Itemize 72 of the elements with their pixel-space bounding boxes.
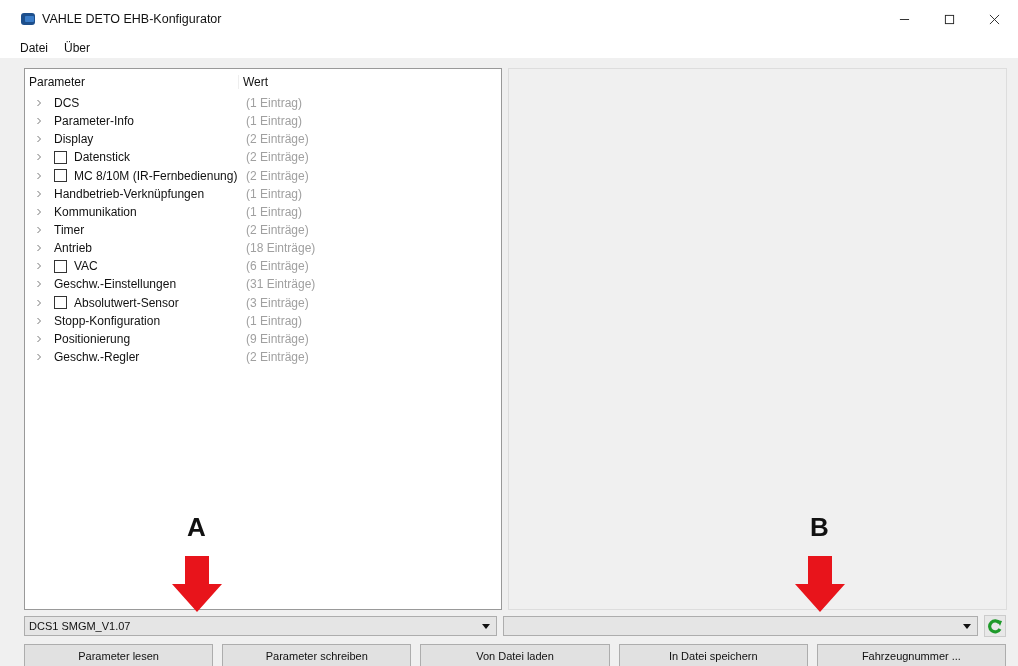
tree-item-value: (2 Einträge) <box>245 132 309 147</box>
expand-chevron-icon[interactable] <box>35 226 43 235</box>
tree-item-label[interactable]: Stopp-Konfiguration <box>54 313 161 328</box>
tree-item-value: (2 Einträge) <box>245 150 309 165</box>
tree-item-label[interactable]: Handbetrieb-Verknüpfungen <box>54 186 205 201</box>
checkbox[interactable] <box>54 151 67 164</box>
annotation-arrow <box>795 556 845 612</box>
tree-item-value: (1 Eintrag) <box>245 204 303 219</box>
tree-item-value: (9 Einträge) <box>245 331 309 346</box>
close-icon[interactable] <box>989 13 1000 25</box>
tree-item-value: (2 Einträge) <box>245 350 309 365</box>
tree-item-value: (1 Eintrag) <box>245 96 303 111</box>
tree-item-label[interactable]: Geschw.-Einstellungen <box>54 277 177 292</box>
expand-chevron-icon[interactable] <box>35 262 43 271</box>
tree-item-label[interactable]: Geschw.-Regler <box>54 350 140 365</box>
expand-chevron-icon[interactable] <box>35 280 43 289</box>
action-button[interactable]: Fahrzeugnummer ... <box>816 644 1006 666</box>
checkbox[interactable] <box>54 296 67 310</box>
tree-item-label[interactable]: Datenstick <box>74 150 131 165</box>
tree-item-value: (1 Eintrag) <box>245 186 303 201</box>
expand-chevron-icon[interactable] <box>35 99 43 108</box>
device-dropdown[interactable]: DCS1 SMGM_V1.07 <box>24 616 497 636</box>
expand-chevron-icon[interactable] <box>35 334 43 343</box>
expand-chevron-icon[interactable] <box>35 207 43 216</box>
app-icon <box>20 12 36 26</box>
annotation-label: A <box>187 512 206 543</box>
expand-chevron-icon[interactable] <box>35 117 43 126</box>
tree-item-label[interactable]: MC 8/10M (IR-Fernbedienung) <box>74 168 238 183</box>
column-header[interactable]: Parameter <box>25 75 238 89</box>
expand-chevron-icon[interactable] <box>35 171 43 180</box>
tree-item-label[interactable]: Timer <box>54 223 85 238</box>
expand-chevron-icon[interactable] <box>35 135 43 144</box>
checkbox[interactable] <box>54 259 67 273</box>
window-title: VAHLE DETO EHB-Konfigurator <box>42 12 222 26</box>
tree-item-value: (2 Einträge) <box>245 168 309 183</box>
checkbox[interactable] <box>54 169 67 183</box>
column-header[interactable]: Wert <box>238 75 269 89</box>
tree-item-value: (1 Eintrag) <box>245 114 303 129</box>
expand-chevron-icon[interactable] <box>35 153 43 162</box>
menu-item[interactable]: Datei <box>20 41 48 55</box>
tree-item-value: (3 Einträge) <box>245 295 309 310</box>
action-button[interactable]: Von Datei laden <box>420 644 610 666</box>
expand-chevron-icon[interactable] <box>35 189 43 198</box>
tree-item-value: (2 Einträge) <box>245 223 309 238</box>
tree-item-label[interactable]: VAC <box>74 259 98 274</box>
tree-item-value: (1 Eintrag) <box>245 313 303 328</box>
annotation-label: B <box>810 512 829 543</box>
expand-chevron-icon[interactable] <box>35 353 43 362</box>
menu-item[interactable]: Über <box>64 41 91 55</box>
tree-item-label[interactable]: DCS <box>54 96 80 111</box>
tree-item-label[interactable]: Antrieb <box>54 241 93 256</box>
action-button[interactable]: Parameter schreiben <box>222 644 412 666</box>
dropdown-arrow-icon <box>482 623 490 629</box>
refresh-button[interactable] <box>984 615 1006 637</box>
expand-chevron-icon[interactable] <box>35 244 43 253</box>
tree-item-label[interactable]: Display <box>54 132 94 147</box>
action-button[interactable]: Parameter lesen <box>24 644 214 666</box>
tree-item-label[interactable]: Positionierung <box>54 331 131 346</box>
action-button[interactable]: In Datei speichern <box>618 644 808 666</box>
refresh-icon <box>987 618 1003 634</box>
tree-item-label[interactable]: Parameter-Info <box>54 114 135 129</box>
maximize-icon[interactable] <box>944 13 955 25</box>
tree-item-label[interactable]: Absolutwert-Sensor <box>74 295 179 310</box>
expand-chevron-icon[interactable] <box>35 298 43 307</box>
tree-item-value: (6 Einträge) <box>245 259 309 274</box>
port-dropdown[interactable] <box>503 616 978 636</box>
tree-item-value: (18 Einträge) <box>245 241 316 256</box>
expand-chevron-icon[interactable] <box>35 316 43 325</box>
tree-item-label[interactable]: Kommunikation <box>54 204 137 219</box>
dropdown-arrow-icon <box>963 623 971 629</box>
annotation-arrow <box>172 556 222 612</box>
tree-item-value: (31 Einträge) <box>245 277 316 292</box>
